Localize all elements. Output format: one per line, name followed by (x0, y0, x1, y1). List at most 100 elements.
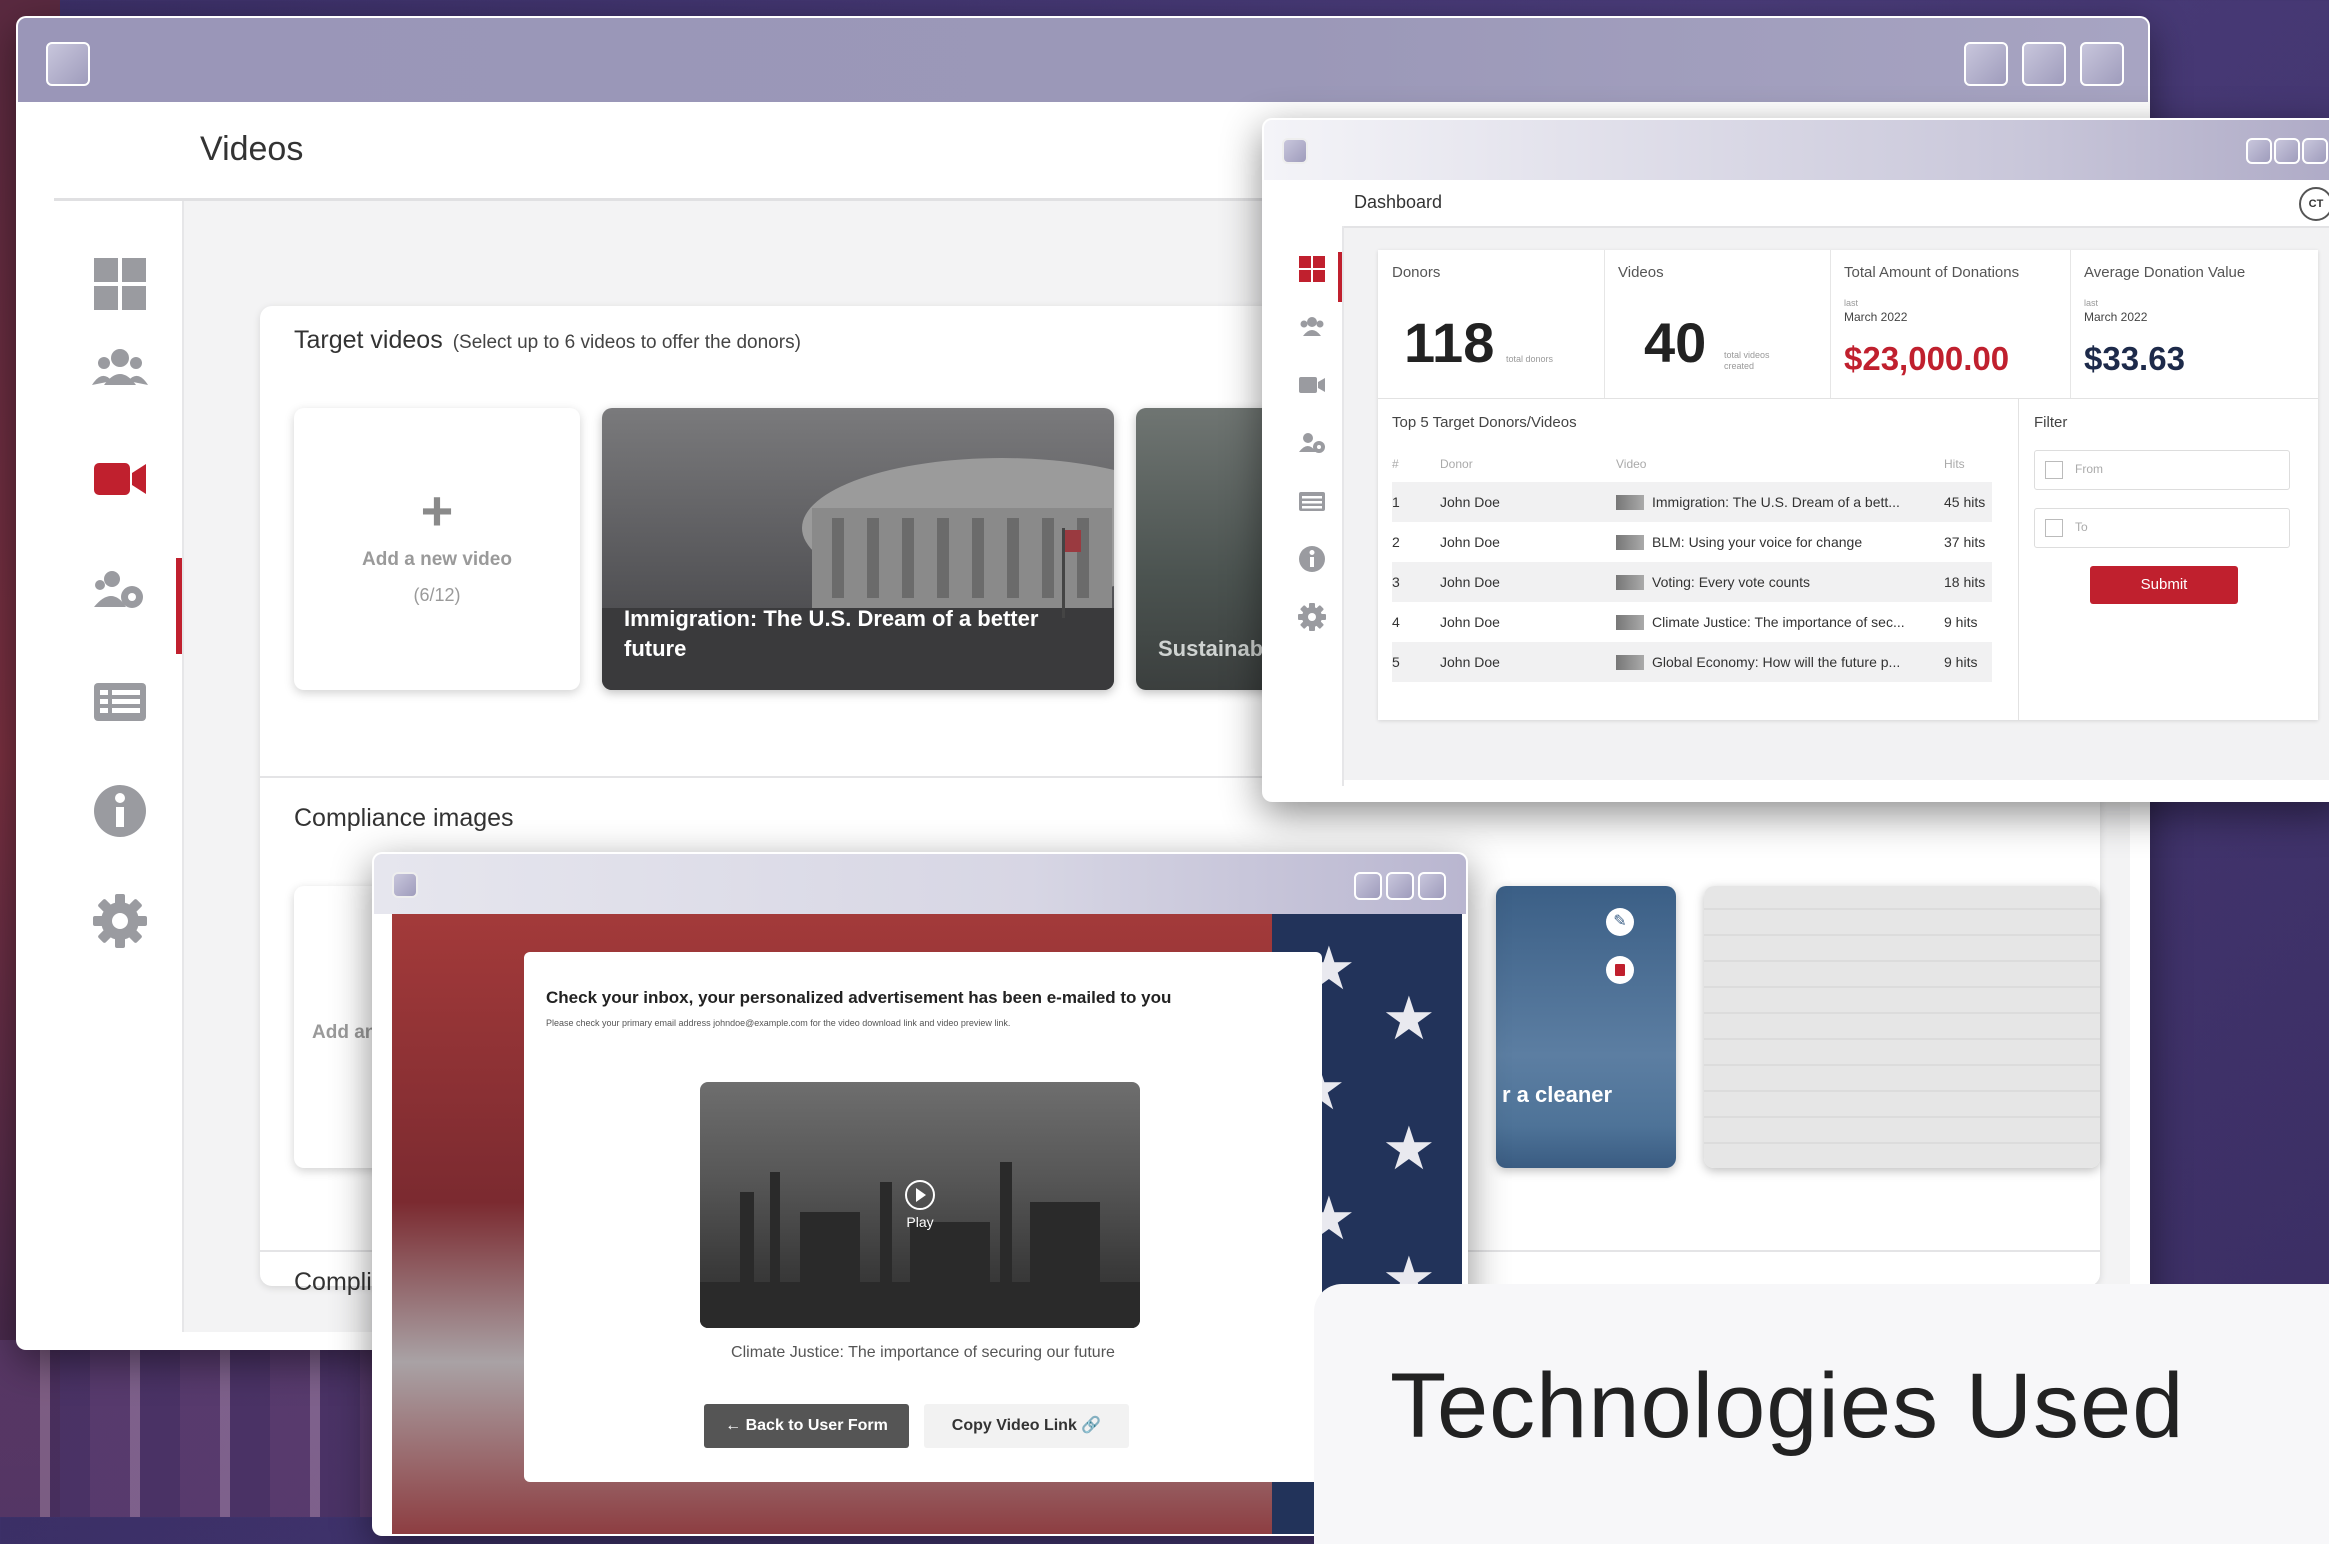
avg-donation-period: March 2022 (2084, 310, 2148, 324)
video-preview[interactable]: Play (700, 1082, 1140, 1328)
total-donations-stat: Total Amount of Donations last March 202… (1830, 250, 2071, 398)
star-icon: ★ (1382, 1115, 1436, 1182)
to-date-field[interactable]: To (2034, 508, 2290, 548)
window-close-button[interactable] (2302, 138, 2328, 164)
list-icon[interactable] (92, 673, 148, 729)
user-settings-icon[interactable] (92, 563, 148, 619)
sidebar-active-indicator (1338, 252, 1342, 302)
add-video-tile[interactable]: + Add a new video (6/12) (294, 408, 580, 690)
avg-donation-period-label: last (2084, 298, 2099, 308)
video-title: Climate Justice: The importance of sec..… (1652, 613, 1905, 630)
background-bottom-pattern (0, 1340, 380, 1517)
window-close-button[interactable] (2080, 42, 2124, 86)
window-menu-button[interactable] (46, 42, 90, 86)
videos-label: Videos (1618, 264, 1664, 281)
table-row[interactable]: 4 John Doe Climate Justice: The importan… (1392, 602, 1992, 642)
total-donations-period: March 2022 (1844, 310, 1908, 324)
divider (2018, 398, 2019, 720)
info-icon[interactable] (1297, 544, 1327, 574)
window-close-button[interactable] (1418, 872, 1446, 900)
column-header: Video (1616, 457, 1647, 471)
window-minimize-button[interactable] (1354, 872, 1382, 900)
total-donations-label: Total Amount of Donations (1844, 264, 2020, 281)
submit-button[interactable]: Submit (2090, 566, 2238, 604)
gear-icon[interactable] (92, 893, 148, 949)
table-row[interactable]: 1 John Doe Immigration: The U.S. Dream o… (1392, 482, 1992, 522)
from-date-field[interactable]: From (2034, 450, 2290, 490)
video-caption: Immigration: The U.S. Dream of a better … (624, 606, 1039, 661)
modal-subtitle: Please check your primary email address … (546, 1018, 1011, 1028)
video-camera-icon[interactable] (1297, 370, 1327, 400)
page-title: Videos (200, 130, 304, 168)
image-tile[interactable] (1704, 886, 2100, 1168)
window-minimize-button[interactable] (2246, 138, 2272, 164)
email-window: ★ ★ ★ ★ ★ ★ Check your inbox, your perso… (372, 852, 1468, 1536)
delete-icon[interactable] (1606, 956, 1634, 984)
star-icon: ★ (1382, 985, 1436, 1052)
videos-value: 40 (1644, 311, 1707, 374)
video-thumbnail (1616, 575, 1644, 591)
dashboard-window-titlebar (1264, 120, 2329, 180)
technologies-title: Technologies Used (1390, 1355, 2185, 1457)
image-tile[interactable]: ✎ r a cleaner (1496, 886, 1676, 1168)
row-number: 5 (1392, 654, 1400, 670)
window-minimize-button[interactable] (1964, 42, 2008, 86)
top5-title: Top 5 Target Donors/Videos (1392, 414, 1577, 431)
dashboard-window: Dashboard CT Donors 118 total donors Vid… (1262, 118, 2329, 802)
divider (1378, 398, 2318, 399)
info-icon[interactable] (92, 783, 148, 839)
avg-donation-stat: Average Donation Value last March 2022 $… (2070, 250, 2318, 398)
row-number: 4 (1392, 614, 1400, 630)
copy-video-link-button[interactable]: Copy Video Link 🔗 (924, 1404, 1129, 1448)
hits-cell: 45 hits (1944, 494, 1986, 510)
dashboard-grid-icon[interactable] (92, 256, 148, 312)
user-settings-icon[interactable] (1297, 428, 1327, 458)
donor-cell: John Doe (1440, 494, 1500, 510)
video-thumbnail (1616, 655, 1644, 671)
videos-window-titlebar (18, 18, 2148, 102)
video-cell: Voting: Every vote counts (1616, 562, 1944, 602)
email-confirmation-modal: Check your inbox, your personalized adve… (524, 952, 1322, 1482)
hits-cell: 37 hits (1944, 534, 1986, 550)
add-video-count: (6/12) (413, 585, 461, 605)
list-icon[interactable] (1297, 486, 1327, 516)
gear-icon[interactable] (1297, 602, 1327, 632)
table-row[interactable]: 2 John Doe BLM: Using your voice for cha… (1392, 522, 1992, 562)
avg-donation-label: Average Donation Value (2084, 264, 2246, 281)
back-to-user-form-button[interactable]: ← Back to User Form (704, 1404, 909, 1448)
window-maximize-button[interactable] (2022, 42, 2066, 86)
target-videos-subtitle: (Select up to 6 videos to offer the dono… (452, 332, 801, 353)
arrow-left-icon: ← (725, 1417, 746, 1434)
users-icon[interactable] (1297, 312, 1327, 342)
window-menu-button[interactable] (1282, 138, 1308, 164)
window-maximize-button[interactable] (1386, 872, 1414, 900)
table-row[interactable]: 5 John Doe Global Economy: How will the … (1392, 642, 1992, 682)
compliance-images-title: Compliance images (294, 804, 514, 832)
dashboard-sidebar (1282, 226, 1344, 786)
dashboard-grid-icon[interactable] (1297, 254, 1327, 284)
video-thumbnail (1616, 615, 1644, 631)
video-title: BLM: Using your voice for change (1652, 533, 1863, 550)
total-donations-period-label: last (1844, 298, 1859, 308)
row-number: 2 (1392, 534, 1400, 550)
edit-icon[interactable]: ✎ (1606, 908, 1634, 936)
play-icon[interactable] (905, 1180, 935, 1210)
users-icon[interactable] (92, 341, 148, 397)
video-title: Voting: Every vote counts (1652, 573, 1810, 590)
window-menu-button[interactable] (392, 872, 418, 898)
table-row[interactable]: 3 John Doe Voting: Every vote counts 18 … (1392, 562, 1992, 602)
calendar-icon (2045, 461, 2063, 479)
play-label: Play (906, 1214, 934, 1230)
dashboard-content: Dashboard CT Donors 118 total donors Vid… (1282, 180, 2329, 786)
total-donations-value: $23,000.00 (1844, 340, 2010, 377)
video-tile[interactable]: Immigration: The U.S. Dream of a better … (602, 408, 1114, 690)
avatar[interactable]: CT (2299, 187, 2329, 221)
image-caption: r a cleaner (1502, 1082, 1613, 1107)
window-maximize-button[interactable] (2274, 138, 2300, 164)
link-icon: 🔗 (1076, 1417, 1102, 1434)
video-camera-icon[interactable] (92, 451, 148, 507)
table-header-row: # Donor Video Hits (1392, 446, 1992, 482)
video-thumbnail (1616, 495, 1644, 511)
email-window-titlebar (374, 854, 1466, 914)
videos-stat: Videos 40 total videos created (1604, 250, 1831, 398)
